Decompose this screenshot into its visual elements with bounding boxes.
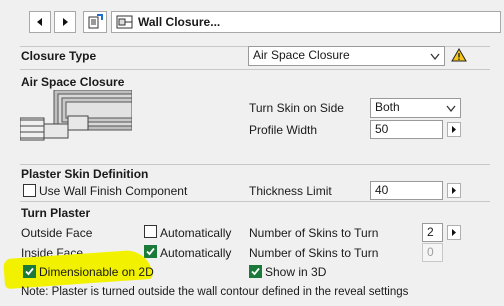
- checkmark-icon: [146, 247, 155, 256]
- arrow-right-icon: [452, 229, 456, 236]
- chevron-left-icon: [37, 18, 42, 26]
- profile-width-label: Profile Width: [249, 123, 318, 137]
- inside-skins-label: Number of Skins to Turn: [249, 246, 379, 260]
- turn-skin-label: Turn Skin on Side: [249, 101, 344, 115]
- dimensionable-2d-label: Dimensionable on 2D: [39, 265, 154, 279]
- profile-width-input[interactable]: 50: [370, 120, 443, 139]
- checkmark-icon: [251, 267, 260, 276]
- outside-face-label: Outside Face: [21, 226, 93, 240]
- arrow-right-icon: [452, 187, 456, 194]
- outside-skins-input[interactable]: 2: [422, 223, 443, 242]
- warning-icon: [451, 48, 467, 62]
- outside-auto-label: Automatically: [160, 226, 232, 240]
- chevron-down-icon: [430, 53, 440, 61]
- wall-closure-dropdown[interactable]: Wall Closure...: [111, 11, 501, 33]
- turn-skin-value: Both: [375, 100, 400, 114]
- show-3d-checkbox[interactable]: [249, 265, 262, 278]
- separator: [20, 201, 490, 202]
- chevron-right-icon: [63, 18, 68, 26]
- thickness-limit-label: Thickness Limit: [249, 184, 332, 198]
- dimensionable-2d-checkbox[interactable]: [23, 265, 36, 278]
- air-space-closure-diagram: [20, 90, 132, 141]
- closure-type-select[interactable]: Air Space Closure: [248, 46, 445, 66]
- closure-type-label: Closure Type: [21, 49, 97, 63]
- separator: [20, 164, 490, 165]
- closure-type-value: Air Space Closure: [253, 48, 350, 62]
- turn-skin-select[interactable]: Both: [370, 98, 461, 118]
- use-wall-finish-label: Use Wall Finish Component: [39, 184, 188, 198]
- turn-plaster-heading: Turn Plaster: [21, 206, 91, 220]
- separator: [20, 69, 490, 70]
- thickness-limit-input[interactable]: 40: [370, 181, 443, 200]
- forward-button[interactable]: [54, 11, 76, 33]
- air-space-heading: Air Space Closure: [21, 75, 125, 89]
- profile-width-arrow-button[interactable]: [447, 122, 461, 137]
- document-favorite-icon: [88, 14, 103, 29]
- show-3d-label: Show in 3D: [265, 265, 327, 279]
- favorites-button[interactable]: [83, 11, 107, 33]
- wall-closure-icon: [116, 15, 133, 29]
- outside-skins-arrow-button[interactable]: [447, 225, 461, 240]
- chevron-down-icon: [446, 105, 456, 113]
- thickness-limit-arrow-button[interactable]: [447, 183, 461, 198]
- outside-auto-checkbox[interactable]: [144, 225, 157, 238]
- arrow-right-icon: [452, 126, 456, 133]
- outside-skins-label: Number of Skins to Turn: [249, 226, 379, 240]
- inside-auto-label: Automatically: [160, 246, 232, 260]
- back-button[interactable]: [29, 11, 51, 33]
- plaster-skin-heading: Plaster Skin Definition: [21, 167, 149, 181]
- use-wall-finish-checkbox[interactable]: [23, 184, 36, 197]
- inside-skins-input: 0: [422, 243, 443, 262]
- checkmark-icon: [25, 267, 34, 276]
- inside-auto-checkbox[interactable]: [144, 245, 157, 258]
- wall-closure-title: Wall Closure...: [138, 15, 221, 29]
- reveal-note: Note: Plaster is turned outside the wall…: [21, 286, 409, 298]
